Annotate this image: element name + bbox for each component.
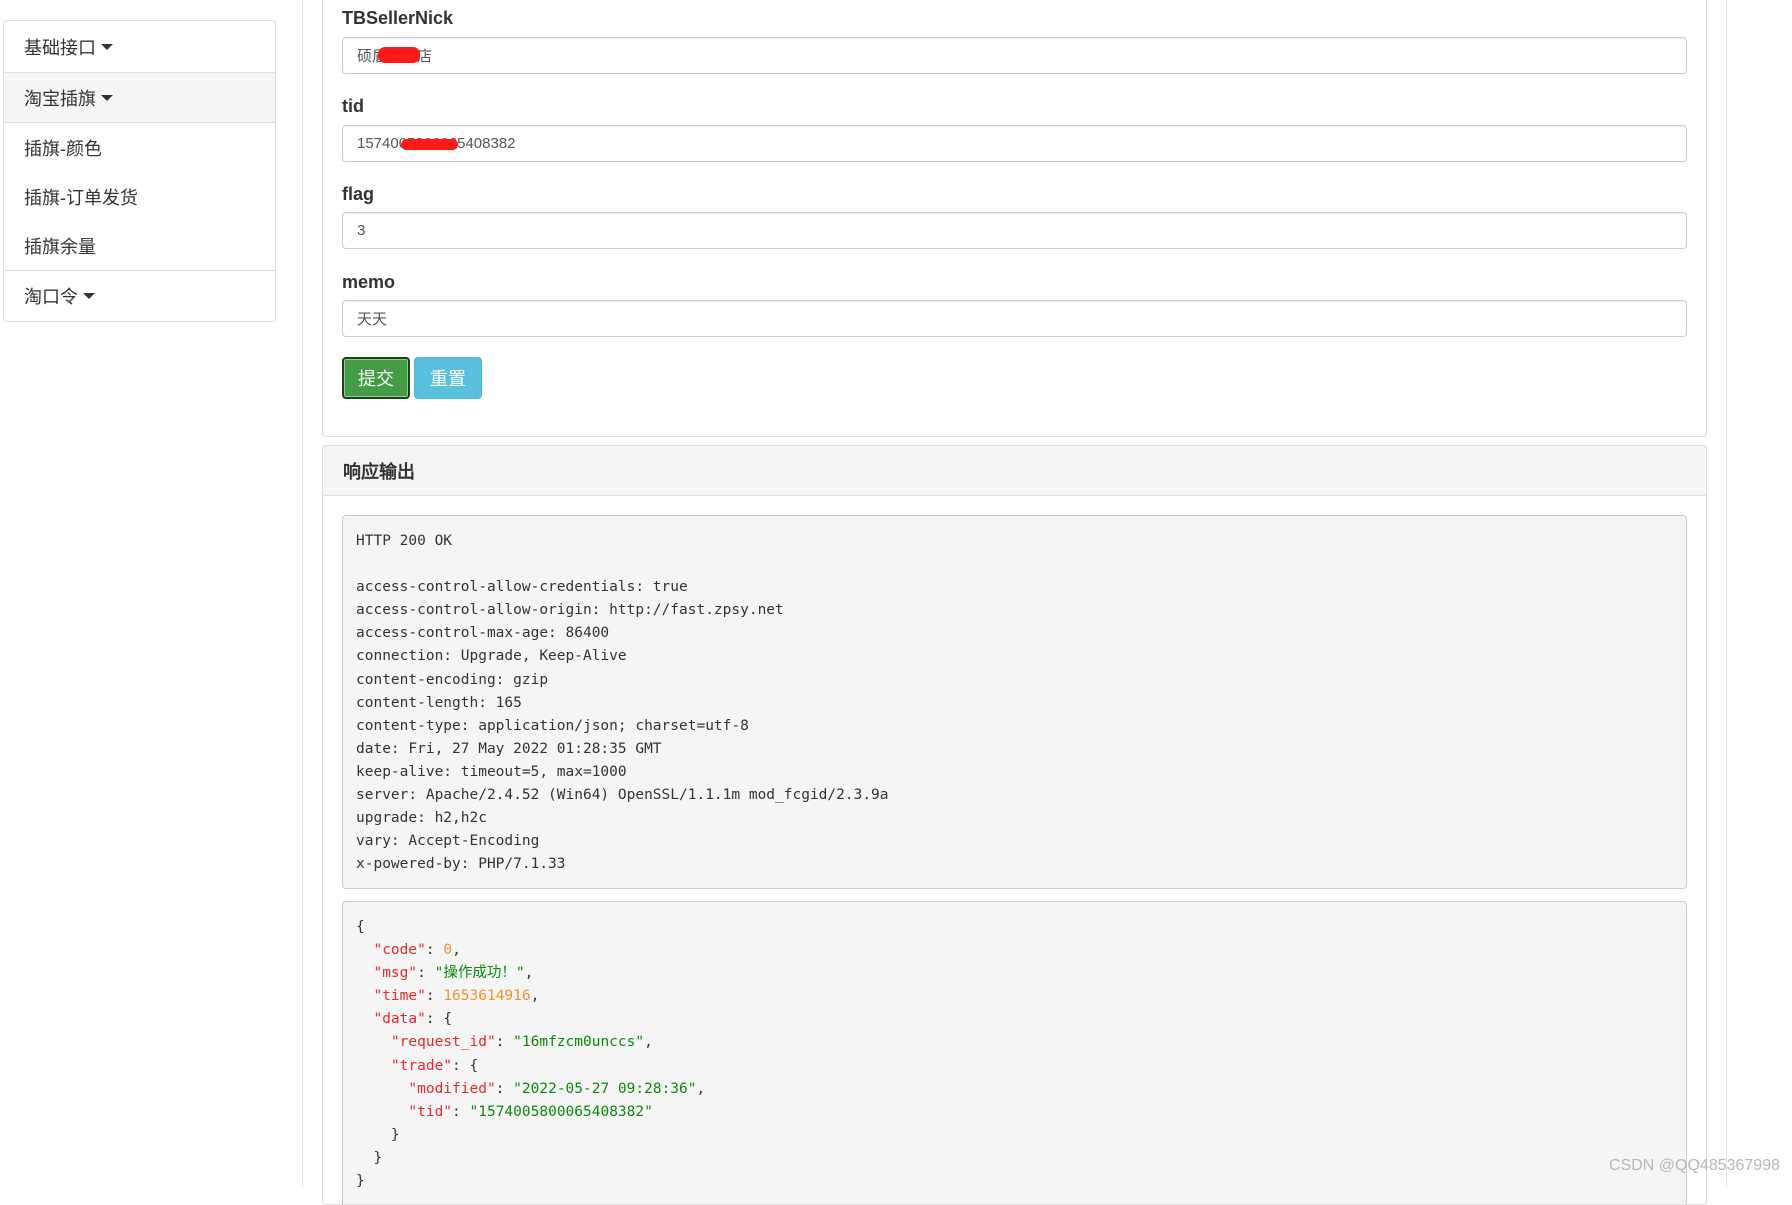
caret-down-icon bbox=[83, 293, 95, 299]
sidebar-group-taobao-flag[interactable]: 淘宝插旗 bbox=[4, 72, 275, 123]
response-header-line: upgrade: h2,h2c bbox=[356, 810, 487, 827]
response-header-line: keep-alive: timeout=5, max=1000 bbox=[356, 763, 627, 780]
sidebar-item-label: 插旗余量 bbox=[24, 236, 96, 257]
sidebar-group-basic-api[interactable]: 基础接口 bbox=[4, 21, 275, 72]
response-header-line: access-control-allow-origin: http://fast… bbox=[356, 602, 784, 619]
response-panel: 响应输出 HTTP 200 OK access-control-allow-cr… bbox=[322, 445, 1707, 1205]
caret-down-icon bbox=[101, 43, 113, 50]
sidebar-group-label: 淘口令 bbox=[24, 287, 78, 307]
redaction-mark bbox=[401, 139, 458, 150]
sidebar-group-tao-command[interactable]: 淘口令 bbox=[4, 270, 275, 321]
json-string: "操作成功！" bbox=[434, 965, 525, 982]
json-number: 1653614916 bbox=[443, 988, 531, 1005]
json-string: "1574005800065408382" bbox=[469, 1103, 653, 1120]
response-headers-block: HTTP 200 OK access-control-allow-credent… bbox=[342, 515, 1687, 889]
sidebar-item-label: 插旗-颜色 bbox=[24, 138, 102, 159]
json-key: "tid" bbox=[408, 1103, 453, 1120]
reset-button[interactable]: 重置 bbox=[414, 357, 482, 399]
redaction-mark bbox=[378, 47, 420, 63]
response-header-line: connection: Upgrade, Keep-Alive bbox=[356, 648, 627, 665]
http-status-line: HTTP 200 OK bbox=[356, 533, 453, 549]
json-key: "data" bbox=[373, 1011, 426, 1028]
tbsellernick-input[interactable] bbox=[342, 37, 1687, 74]
json-number: 0 bbox=[443, 942, 453, 959]
json-key: "time" bbox=[373, 988, 426, 1005]
response-panel-title: 响应输出 bbox=[323, 446, 1706, 496]
sidebar-group-label: 基础接口 bbox=[24, 37, 96, 58]
sidebar-nav: 基础接口 淘宝插旗 插旗-颜色 插旗-订单发货 插旗余量 淘口令 bbox=[3, 20, 276, 322]
field-label-tbsellernick: TBSellerNick bbox=[342, 8, 454, 28]
memo-input[interactable] bbox=[342, 300, 1687, 337]
response-header-line: access-control-max-age: 86400 bbox=[356, 625, 610, 642]
tid-input[interactable] bbox=[342, 125, 1687, 162]
column-divider bbox=[302, 0, 303, 1187]
response-header-line: content-type: application/json; charset=… bbox=[356, 717, 749, 734]
caret-down-icon bbox=[101, 94, 113, 101]
response-header-line: content-encoding: gzip bbox=[356, 671, 549, 688]
sidebar-submenu: 插旗-颜色 插旗-订单发货 插旗余量 bbox=[4, 123, 275, 270]
column-divider bbox=[1726, 0, 1727, 1187]
json-key: "request_id" bbox=[390, 1034, 496, 1051]
submit-button[interactable]: 提交 bbox=[342, 357, 410, 399]
response-header-line: x-powered-by: PHP/7.1.33 bbox=[356, 856, 566, 873]
sidebar-item-label: 插旗-订单发货 bbox=[24, 187, 138, 208]
response-header-line: vary: Accept-Encoding bbox=[356, 833, 540, 850]
json-string: "2022-05-27 09:28:36" bbox=[513, 1080, 697, 1097]
flag-input[interactable] bbox=[342, 212, 1687, 249]
field-label-tid: tid bbox=[342, 96, 364, 116]
json-key: "modified" bbox=[408, 1080, 496, 1097]
response-header-line: access-control-allow-credentials: true bbox=[356, 579, 688, 596]
response-header-line: content-length: 165 bbox=[356, 694, 522, 711]
json-key: "code" bbox=[373, 942, 426, 959]
watermark: CSDN @QQ485367998 bbox=[1609, 1157, 1780, 1174]
field-label-memo: memo bbox=[342, 272, 396, 292]
field-label-flag: flag bbox=[342, 184, 375, 204]
sidebar-item-flag-order-ship[interactable]: 插旗-订单发货 bbox=[4, 172, 275, 221]
response-json-block: { "code": 0, "msg": "操作成功！", "time": 165… bbox=[342, 901, 1687, 1204]
response-header-line: date: Fri, 27 May 2022 01:28:35 GMT bbox=[356, 740, 662, 757]
json-key: "trade" bbox=[390, 1057, 453, 1074]
sidebar-item-flag-color[interactable]: 插旗-颜色 bbox=[4, 123, 275, 172]
sidebar-group-label: 淘宝插旗 bbox=[24, 88, 96, 109]
response-header-line: server: Apache/2.4.52 (Win64) OpenSSL/1.… bbox=[356, 787, 889, 804]
json-string: "16mfzcm0unccs" bbox=[513, 1034, 645, 1051]
json-key: "msg" bbox=[373, 965, 418, 982]
sidebar-item-flag-balance[interactable]: 插旗余量 bbox=[4, 221, 275, 270]
